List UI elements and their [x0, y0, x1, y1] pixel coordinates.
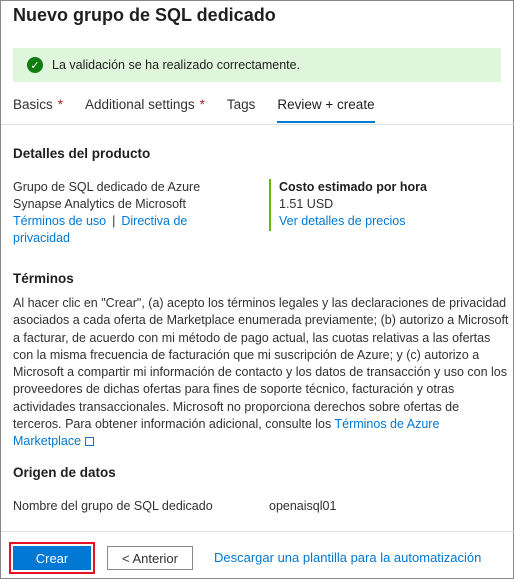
- footer-divider: [1, 531, 514, 532]
- privacy-link[interactable]: Directiva de: [121, 214, 187, 228]
- dialog-frame: Nuevo grupo de SQL dedicado ✓ La validac…: [0, 0, 514, 579]
- validation-message: La validación se ha realizado correctame…: [52, 58, 301, 72]
- previous-button[interactable]: < Anterior: [107, 546, 193, 570]
- tab-bar: Basics * Additional settings * Tags Review…: [13, 97, 397, 123]
- tab-basics[interactable]: Basics *: [13, 97, 63, 123]
- cost-label: Costo estimado por hora: [279, 180, 427, 194]
- data-origin-heading: Origen de datos: [13, 465, 116, 480]
- cost-value: 1.51 USD: [279, 197, 334, 211]
- cost-panel: Costo estimado por hora 1.51 USD Ver det…: [269, 179, 427, 231]
- product-name-line1: Grupo de SQL dedicado de Azure: [13, 180, 201, 194]
- pricing-details-link[interactable]: Ver detalles de precios: [279, 213, 427, 230]
- validation-banner: ✓ La validación se ha realizado correcta…: [13, 48, 501, 82]
- create-button[interactable]: Crear: [13, 546, 91, 570]
- download-template-link[interactable]: Descargar una plantilla para la automati…: [214, 550, 481, 565]
- terms-body: Al hacer clic en "Crear", (a) acepto los…: [13, 296, 509, 432]
- external-link-icon: [85, 437, 95, 447]
- page-title: Nuevo grupo de SQL dedicado: [13, 5, 276, 25]
- terms-heading: Términos: [13, 271, 74, 286]
- product-name-line2: Synapse Analytics de Microsoft: [13, 197, 186, 211]
- product-details-heading: Detalles del producto: [13, 146, 151, 161]
- required-marker: *: [57, 97, 64, 112]
- pool-name-value: openaisql01: [269, 499, 337, 513]
- tab-tags[interactable]: Tags: [227, 97, 256, 123]
- required-marker: *: [199, 97, 205, 112]
- checkmark-icon: ✓: [27, 57, 43, 73]
- product-info: Grupo de SQL dedicado de Azure Synapse A…: [13, 179, 253, 247]
- privacy-link-continued[interactable]: privacidad: [13, 230, 253, 247]
- terms-text: Al hacer clic en "Crear", (a) acepto los…: [13, 295, 509, 451]
- tab-review-create[interactable]: Review + create: [277, 97, 375, 123]
- tab-divider: [1, 124, 514, 125]
- pool-name-label: Nombre del grupo de SQL dedicado: [13, 499, 213, 513]
- terms-of-use-link[interactable]: Términos de uso: [13, 214, 106, 228]
- tab-additional-settings[interactable]: Additional settings *: [85, 97, 205, 123]
- link-separator: |: [112, 214, 116, 228]
